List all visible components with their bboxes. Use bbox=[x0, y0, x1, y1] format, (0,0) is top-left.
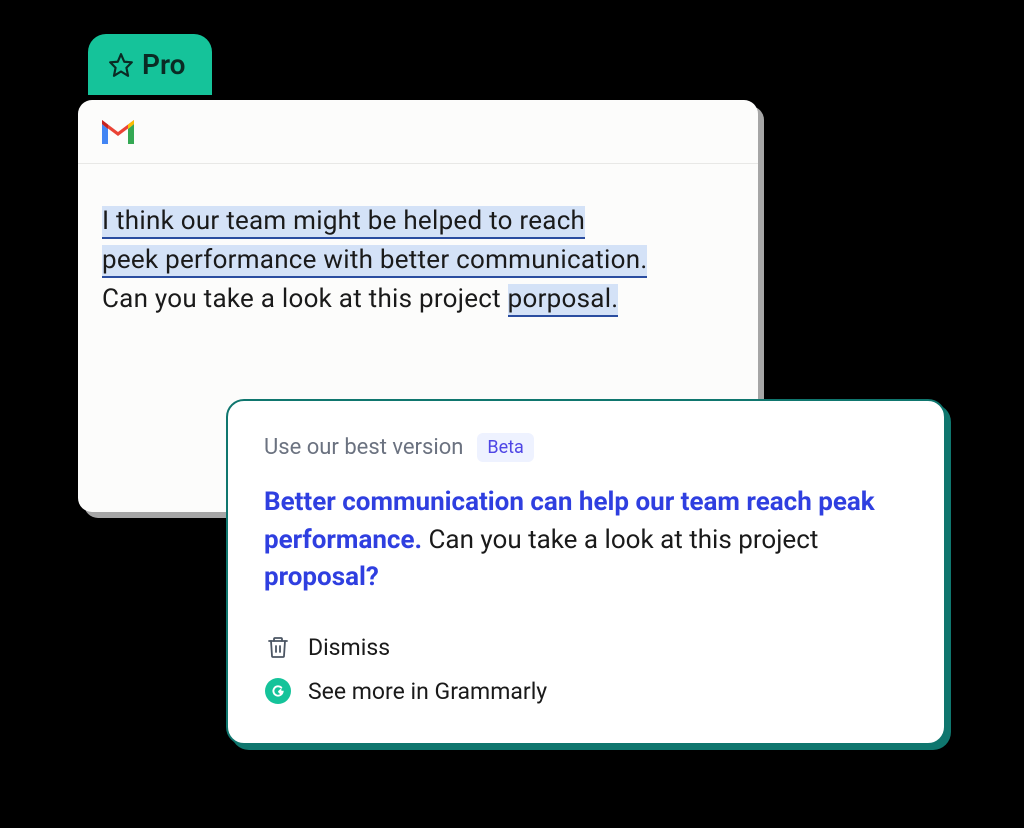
suggestion-rewrite-2: proposal? bbox=[264, 562, 379, 592]
draft-highlight-line2: peek performance with better communicati… bbox=[102, 245, 647, 278]
star-icon bbox=[108, 52, 134, 78]
gmail-icon bbox=[100, 118, 136, 146]
suggestion-header-title: Use our best version bbox=[264, 435, 463, 460]
suggestion-header: Use our best version Beta bbox=[264, 433, 908, 462]
see-more-label: See more in Grammarly bbox=[308, 678, 547, 705]
compose-area[interactable]: I think our team might be helped to reac… bbox=[78, 164, 758, 319]
pro-badge: Pro bbox=[88, 34, 212, 95]
draft-plain-before: Can you take a look at this project bbox=[102, 284, 508, 314]
suggestion-card: Use our best version Beta Better communi… bbox=[226, 399, 946, 745]
draft-highlight-word: porposal. bbox=[508, 284, 619, 317]
dismiss-button[interactable]: Dismiss bbox=[264, 625, 908, 669]
draft-highlight-line1: I think our team might be helped to reac… bbox=[102, 206, 585, 239]
gmail-header bbox=[78, 100, 758, 164]
grammarly-icon bbox=[264, 677, 292, 705]
draft-text: I think our team might be helped to reac… bbox=[102, 202, 730, 319]
beta-badge: Beta bbox=[477, 433, 533, 462]
suggestion-text[interactable]: Better communication can help our team r… bbox=[264, 484, 908, 597]
pro-badge-label: Pro bbox=[142, 48, 186, 81]
dismiss-label: Dismiss bbox=[308, 634, 390, 661]
see-more-button[interactable]: See more in Grammarly bbox=[264, 669, 908, 713]
suggestion-plain: Can you take a look at this project bbox=[422, 525, 818, 555]
trash-icon bbox=[264, 633, 292, 661]
